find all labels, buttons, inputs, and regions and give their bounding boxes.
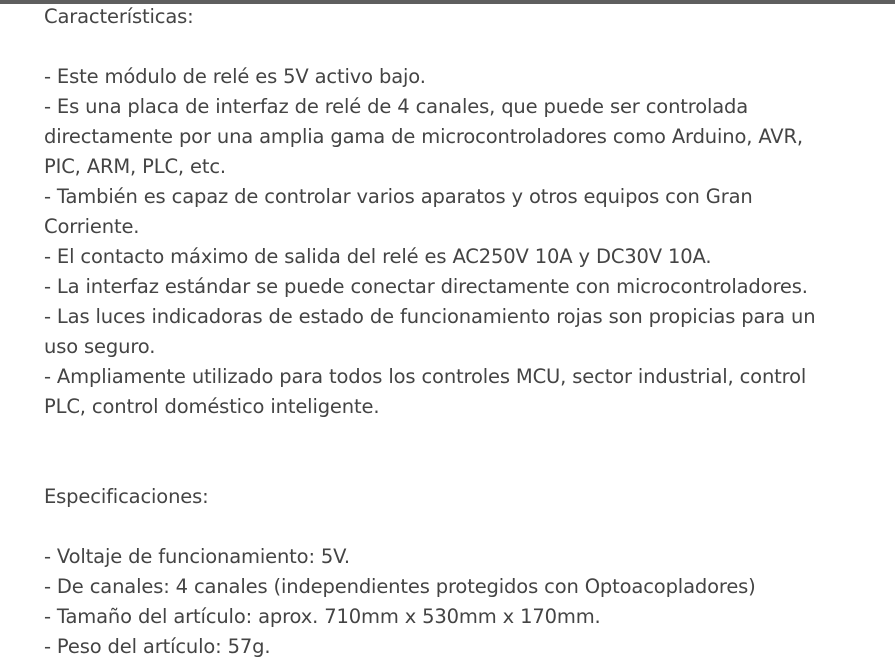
- characteristics-line: - También es capaz de controlar varios a…: [44, 185, 753, 208]
- specifications-line: - Tamaño del artículo: aprox. 710mm x 53…: [44, 605, 601, 628]
- characteristics-line: - Es una placa de interfaz de relé de 4 …: [44, 95, 749, 118]
- characteristics-line: PLC, control doméstico inteligente.: [44, 395, 380, 418]
- characteristics-line: PIC, ARM, PLC, etc.: [44, 155, 226, 178]
- specifications-heading: Especificaciones:: [44, 485, 209, 508]
- characteristics-line: - La interfaz estándar se puede conectar…: [44, 275, 808, 298]
- characteristics-line: directamente por una amplia gama de micr…: [44, 125, 803, 148]
- characteristics-line: uso seguro.: [44, 335, 156, 358]
- specifications-line: - Voltaje de funcionamiento: 5V.: [44, 545, 350, 568]
- characteristics-line: Corriente.: [44, 215, 140, 238]
- characteristics-line: - Las luces indicadoras de estado de fun…: [44, 305, 816, 328]
- characteristics-line: - Ampliamente utilizado para todos los c…: [44, 365, 807, 388]
- specifications-line: - De canales: 4 canales (independientes …: [44, 575, 756, 598]
- characteristics-line: - Este módulo de relé es 5V activo bajo.: [44, 65, 426, 88]
- specifications-line: - Peso del artículo: 57g.: [44, 635, 271, 658]
- characteristics-line: - El contacto máximo de salida del relé …: [44, 245, 712, 268]
- characteristics-heading: Características:: [44, 5, 194, 28]
- product-description: Características: - Este módulo de relé e…: [44, 2, 874, 660]
